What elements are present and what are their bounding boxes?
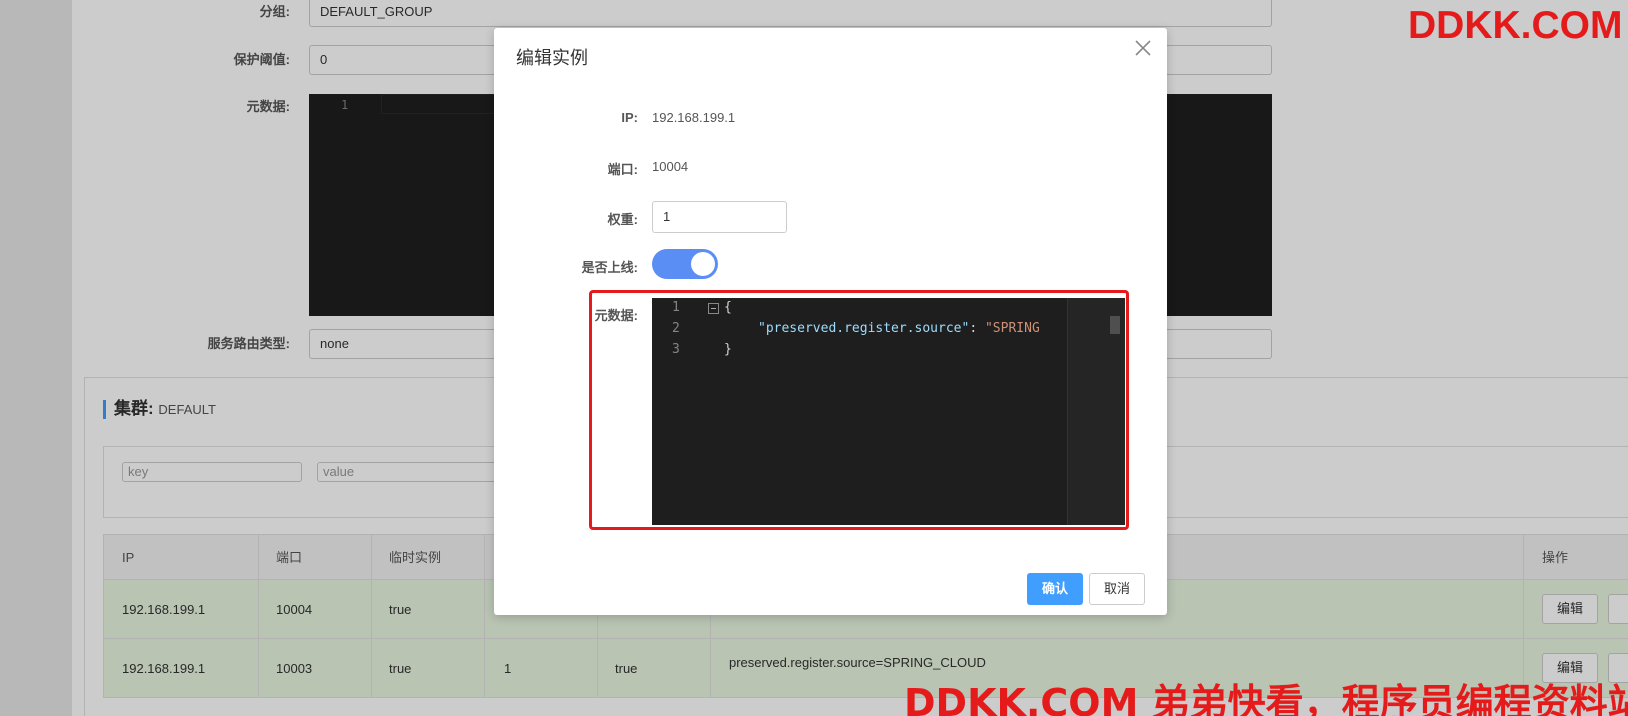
ip-label: IP: <box>621 110 638 125</box>
port-value: 10004 <box>652 159 689 174</box>
watermark-bottom: DDKK.COM 弟弟快看，程序员编程资料站 <box>904 681 1628 716</box>
cancel-button[interactable]: 取消 <box>1089 573 1145 605</box>
edit-instance-modal: 编辑实例 IP: 192.168.199.1 端口: 10004 权重: 1 是… <box>494 28 1167 615</box>
weight-input[interactable]: 1 <box>652 201 787 233</box>
confirm-button[interactable]: 确认 <box>1027 573 1083 605</box>
modal-title: 编辑实例 <box>516 48 588 68</box>
port-label: 端口: <box>607 162 638 177</box>
toggle-knob <box>691 252 715 276</box>
close-icon[interactable] <box>1131 36 1155 60</box>
online-label: 是否上线: <box>581 260 638 275</box>
highlight-annotation-box <box>589 290 1129 530</box>
online-toggle[interactable] <box>652 249 718 279</box>
weight-label: 权重: <box>607 212 638 227</box>
ip-value: 192.168.199.1 <box>652 110 736 125</box>
watermark-top: DDKK.COM <box>1408 4 1623 47</box>
